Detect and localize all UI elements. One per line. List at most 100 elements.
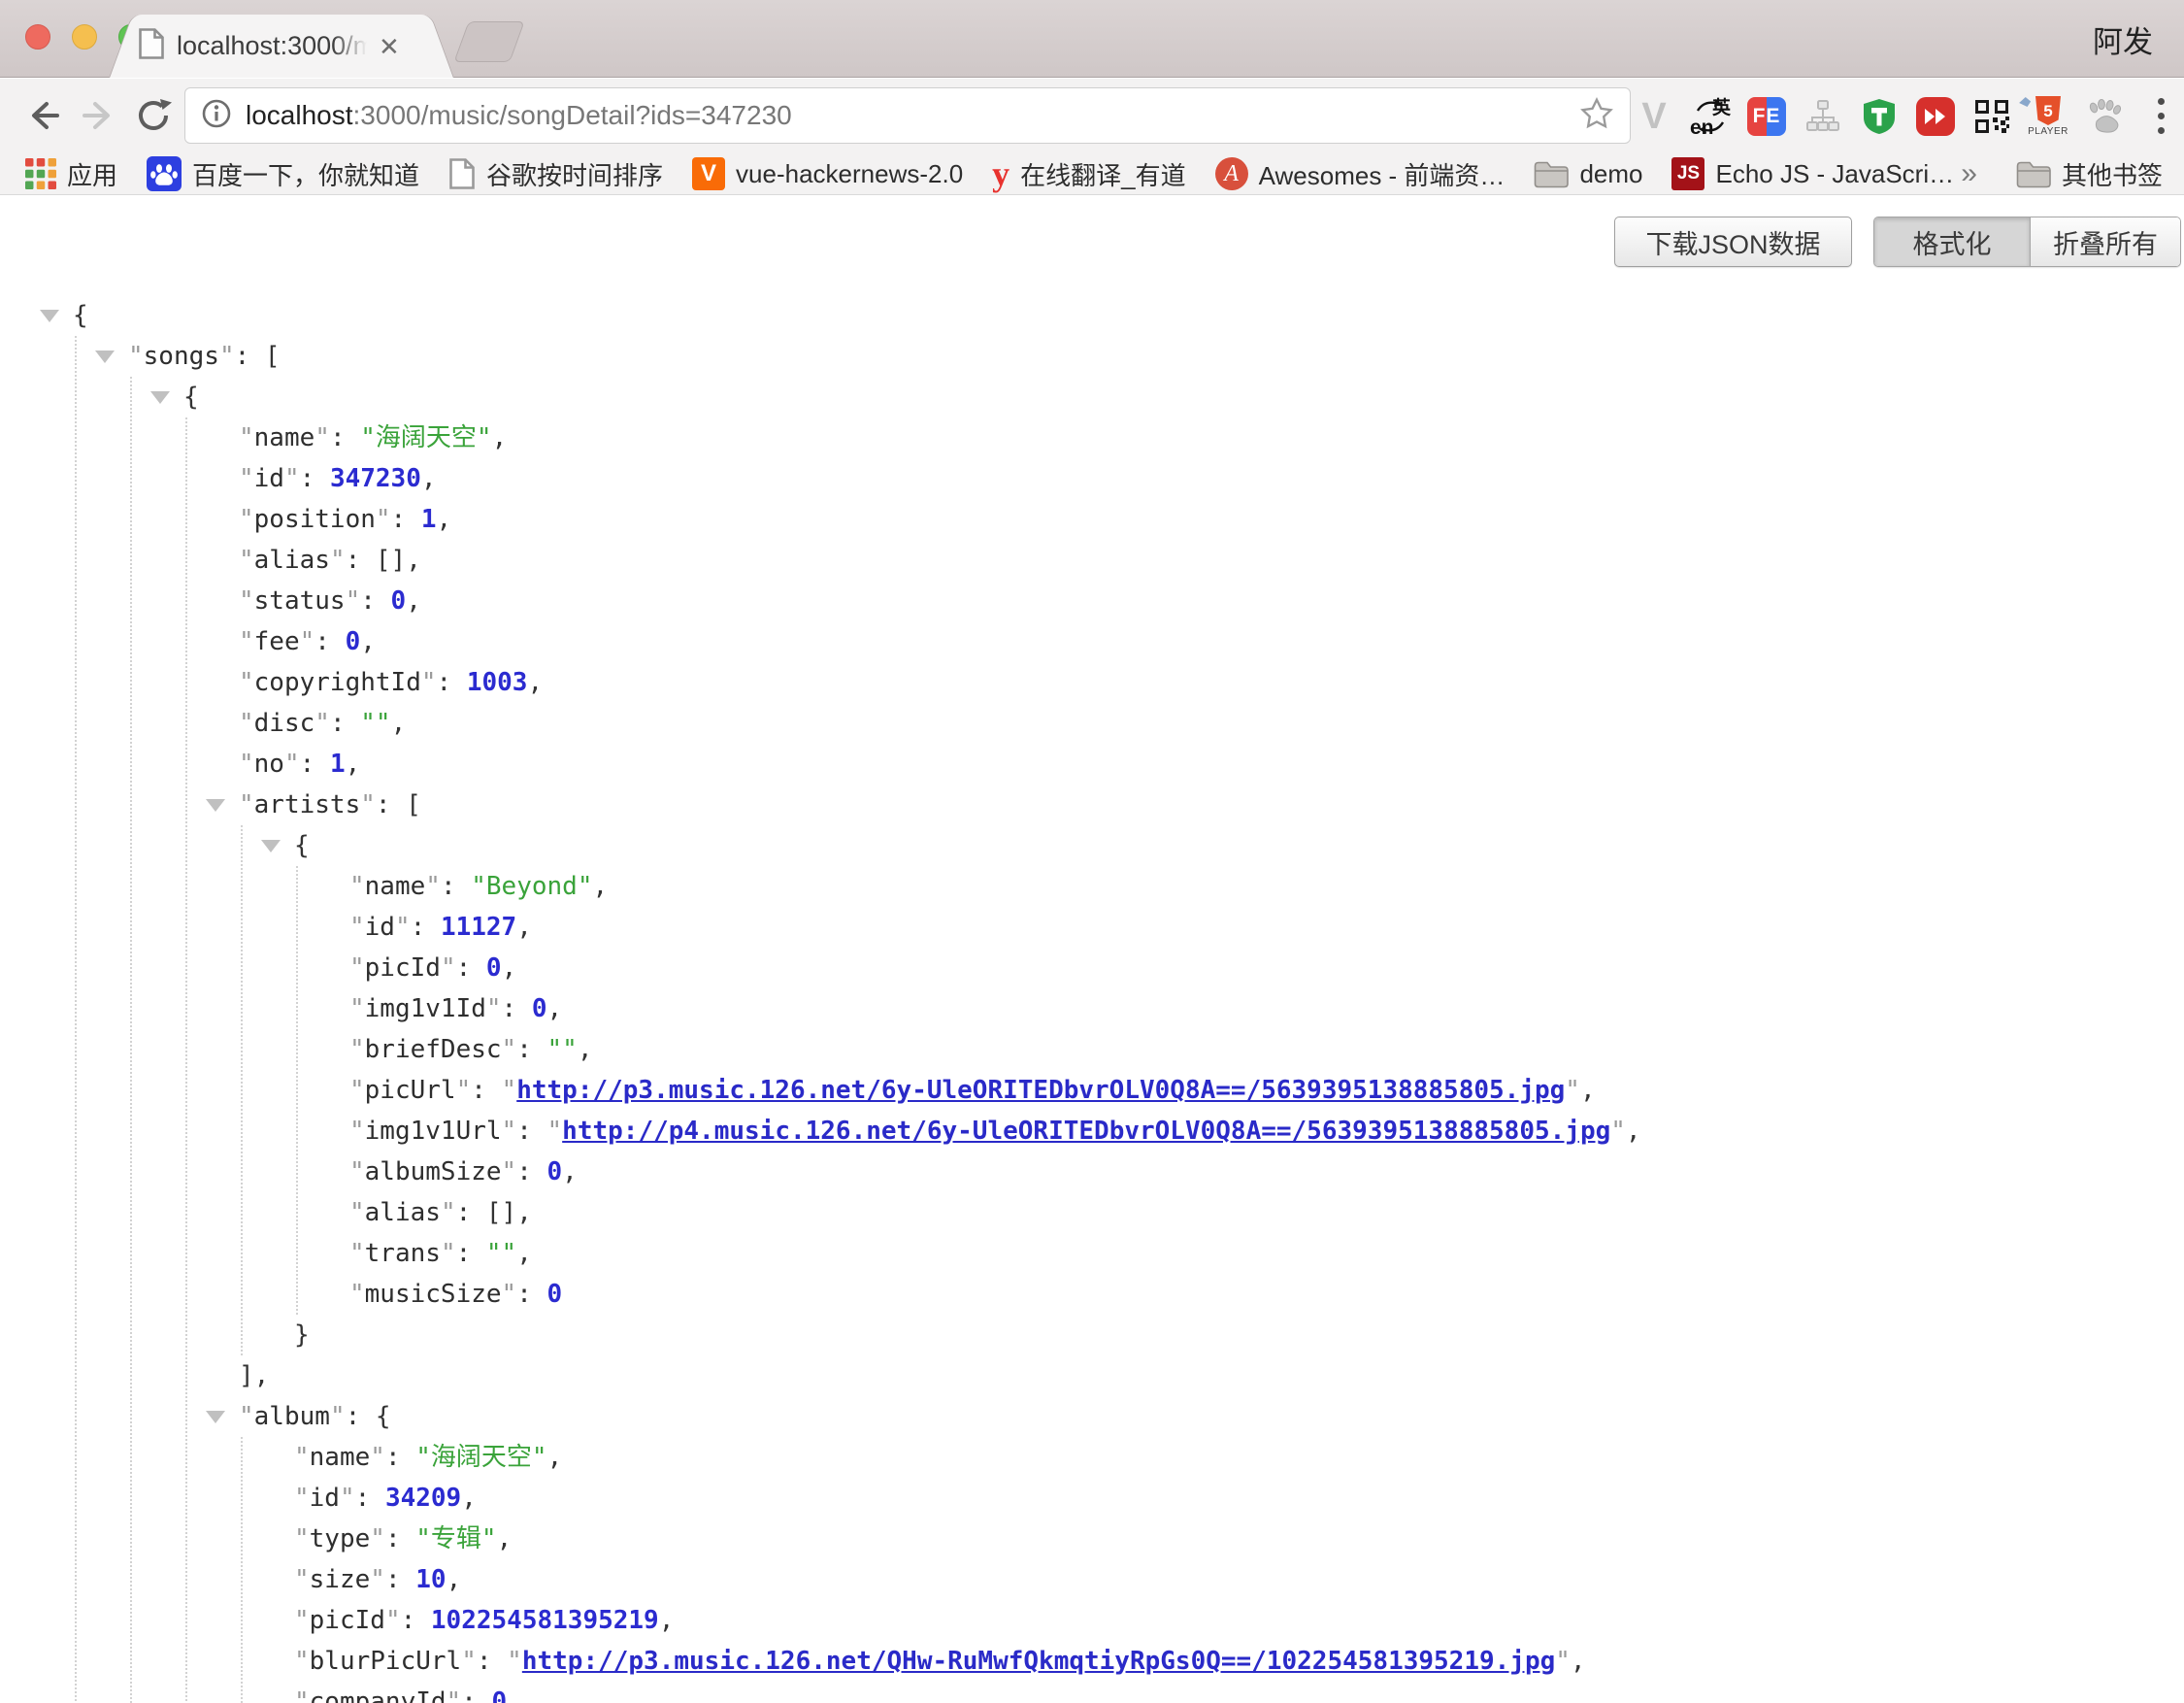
shield-t-icon[interactable]: [1858, 92, 1901, 141]
awesomes-icon: A: [1215, 157, 1248, 190]
json-comma: ,: [406, 586, 421, 616]
json-quote: ": [340, 1484, 355, 1513]
apps-grid-icon: [25, 158, 56, 189]
tab-close-icon[interactable]: ✕: [379, 34, 400, 59]
json-comma: ,: [1626, 1117, 1641, 1146]
download-json-button[interactable]: 下载JSON数据: [1614, 217, 1852, 267]
json-quote: ": [314, 423, 330, 452]
collapse-toggle-icon[interactable]: [206, 799, 225, 812]
site-info-icon[interactable]: [201, 98, 232, 134]
collapse-toggle-icon[interactable]: [150, 391, 170, 404]
json-quote: ": [349, 1198, 365, 1227]
json-open-bracket: {: [183, 383, 199, 412]
paw-icon[interactable]: [2083, 92, 2126, 141]
json-number-value: 1: [330, 750, 346, 779]
json-key: album: [254, 1402, 330, 1431]
reload-button[interactable]: [130, 92, 177, 139]
json-comma: ,: [502, 953, 517, 983]
json-line: "songs": [: [128, 336, 1641, 377]
bookmark-item[interactable]: AAwesomes - 前端资…: [1215, 156, 1506, 192]
json-colon: :: [385, 1565, 415, 1594]
json-comma: ,: [492, 423, 508, 452]
qrcode-icon[interactable]: [1970, 92, 2013, 141]
json-colon: :: [355, 1484, 385, 1513]
view-toggle-group: 格式化 折叠所有: [1873, 217, 2181, 267]
new-tab-button[interactable]: [453, 21, 524, 62]
json-comma: ,: [497, 1524, 513, 1553]
bookmark-star-icon[interactable]: [1579, 96, 1614, 136]
json-quote: ": [219, 342, 235, 371]
json-key: alias: [365, 1198, 441, 1227]
json-line: "img1v1Id": 0,: [349, 988, 1641, 1029]
json-quote: ": [239, 668, 254, 697]
bookmark-item[interactable]: 谷歌按时间排序: [448, 156, 663, 192]
json-line: "status": 0,: [239, 581, 1641, 621]
close-window-button[interactable]: [25, 24, 50, 50]
back-button[interactable]: [19, 92, 66, 139]
json-comma: ,: [562, 1157, 578, 1186]
collapse-all-button[interactable]: 折叠所有: [2030, 217, 2180, 266]
url-text[interactable]: localhost:3000/music/songDetail?ids=3472…: [246, 100, 1579, 131]
bookmark-item[interactable]: demo: [1534, 159, 1642, 189]
json-colon: :: [401, 1606, 431, 1635]
json-link-value[interactable]: http://p3.music.126.net/6y-UleORITEDbvrO…: [516, 1076, 1565, 1105]
json-line: {: [183, 377, 1641, 417]
json-key: companyId: [310, 1687, 447, 1703]
json-quote: ": [370, 1443, 385, 1472]
collapse-toggle-icon[interactable]: [261, 840, 281, 852]
collapse-toggle-icon[interactable]: [40, 310, 59, 322]
json-colon: :: [441, 872, 471, 901]
json-line: "companyId": 0,: [294, 1682, 1641, 1703]
json-quote: ": [507, 1647, 522, 1676]
bookmark-item[interactable]: JSEcho JS - JavaScri…: [1671, 157, 1954, 190]
bookmark-item[interactable]: y在线翻译_有道: [992, 156, 1185, 192]
bookmarks-overflow-icon[interactable]: »: [1961, 157, 1977, 190]
bookmark-item[interactable]: Vvue-hackernews-2.0: [692, 157, 963, 190]
json-quote: ": [284, 464, 300, 493]
collapse-toggle-icon[interactable]: [95, 351, 115, 363]
minimize-window-button[interactable]: [72, 24, 97, 50]
json-comma: ,: [592, 872, 608, 901]
json-link-value[interactable]: http://p4.music.126.net/6y-UleORITEDbvrO…: [562, 1117, 1610, 1146]
json-children: "name": "海阔天空","id": 347230,"position": …: [185, 417, 1641, 1703]
html5-player-icon[interactable]: 5PLAYER: [2027, 92, 2069, 141]
json-children: {"name": "海阔天空","id": 347230,"position":…: [130, 377, 1641, 1703]
address-bar[interactable]: localhost:3000/music/songDetail?ids=3472…: [184, 87, 1631, 144]
json-line: "picUrl": "http://p3.music.126.net/6y-Ul…: [349, 1070, 1641, 1111]
vue-devtools-icon[interactable]: V: [1633, 92, 1675, 141]
json-colon: :: [235, 342, 265, 371]
bookmark-item[interactable]: 百度一下，你就知道: [147, 156, 419, 192]
json-colon: :: [376, 790, 406, 819]
bookmark-item[interactable]: 应用: [25, 156, 117, 192]
forward-button[interactable]: [76, 92, 122, 139]
menu-dots-icon[interactable]: [2139, 92, 2182, 141]
sitemap-icon[interactable]: [1802, 92, 1844, 141]
profile-name[interactable]: 阿发: [2093, 17, 2153, 61]
json-string-value: "Beyond": [471, 872, 592, 901]
collapse-toggle-icon[interactable]: [206, 1411, 225, 1423]
fehelper-icon[interactable]: FE: [1745, 92, 1788, 141]
vue-icon: V: [692, 157, 725, 190]
json-key: trans: [365, 1239, 441, 1268]
translate-icon[interactable]: 英en: [1689, 92, 1732, 141]
json-link-value[interactable]: http://p3.music.126.net/QHw-RuMwfQkmqtiy…: [522, 1647, 1555, 1676]
json-key: img1v1Id: [365, 994, 486, 1023]
json-key: songs: [144, 342, 219, 371]
format-button[interactable]: 格式化: [1874, 217, 2030, 266]
bookmark-item[interactable]: 其他书签: [2016, 156, 2163, 192]
json-quote: ": [239, 423, 254, 452]
json-colon: :: [516, 1117, 546, 1146]
json-quote: ": [330, 1402, 346, 1431]
json-string-value: "": [547, 1035, 578, 1064]
browser-tab[interactable]: localhost:3000/music/songDet ✕: [146, 15, 417, 78]
json-key: disc: [254, 709, 315, 738]
json-line: "blurPicUrl": "http://p3.music.126.net/Q…: [294, 1641, 1641, 1682]
json-comma: ,: [360, 627, 376, 656]
json-quote: ": [349, 1239, 365, 1268]
json-line: "disc": "",: [239, 703, 1641, 744]
json-open-bracket: [: [406, 790, 421, 819]
json-key: id: [365, 913, 395, 942]
fast-forward-icon[interactable]: [1914, 92, 1957, 141]
nav-toolbar: localhost:3000/music/songDetail?ids=3472…: [0, 79, 2184, 153]
json-quote: ": [239, 790, 254, 819]
